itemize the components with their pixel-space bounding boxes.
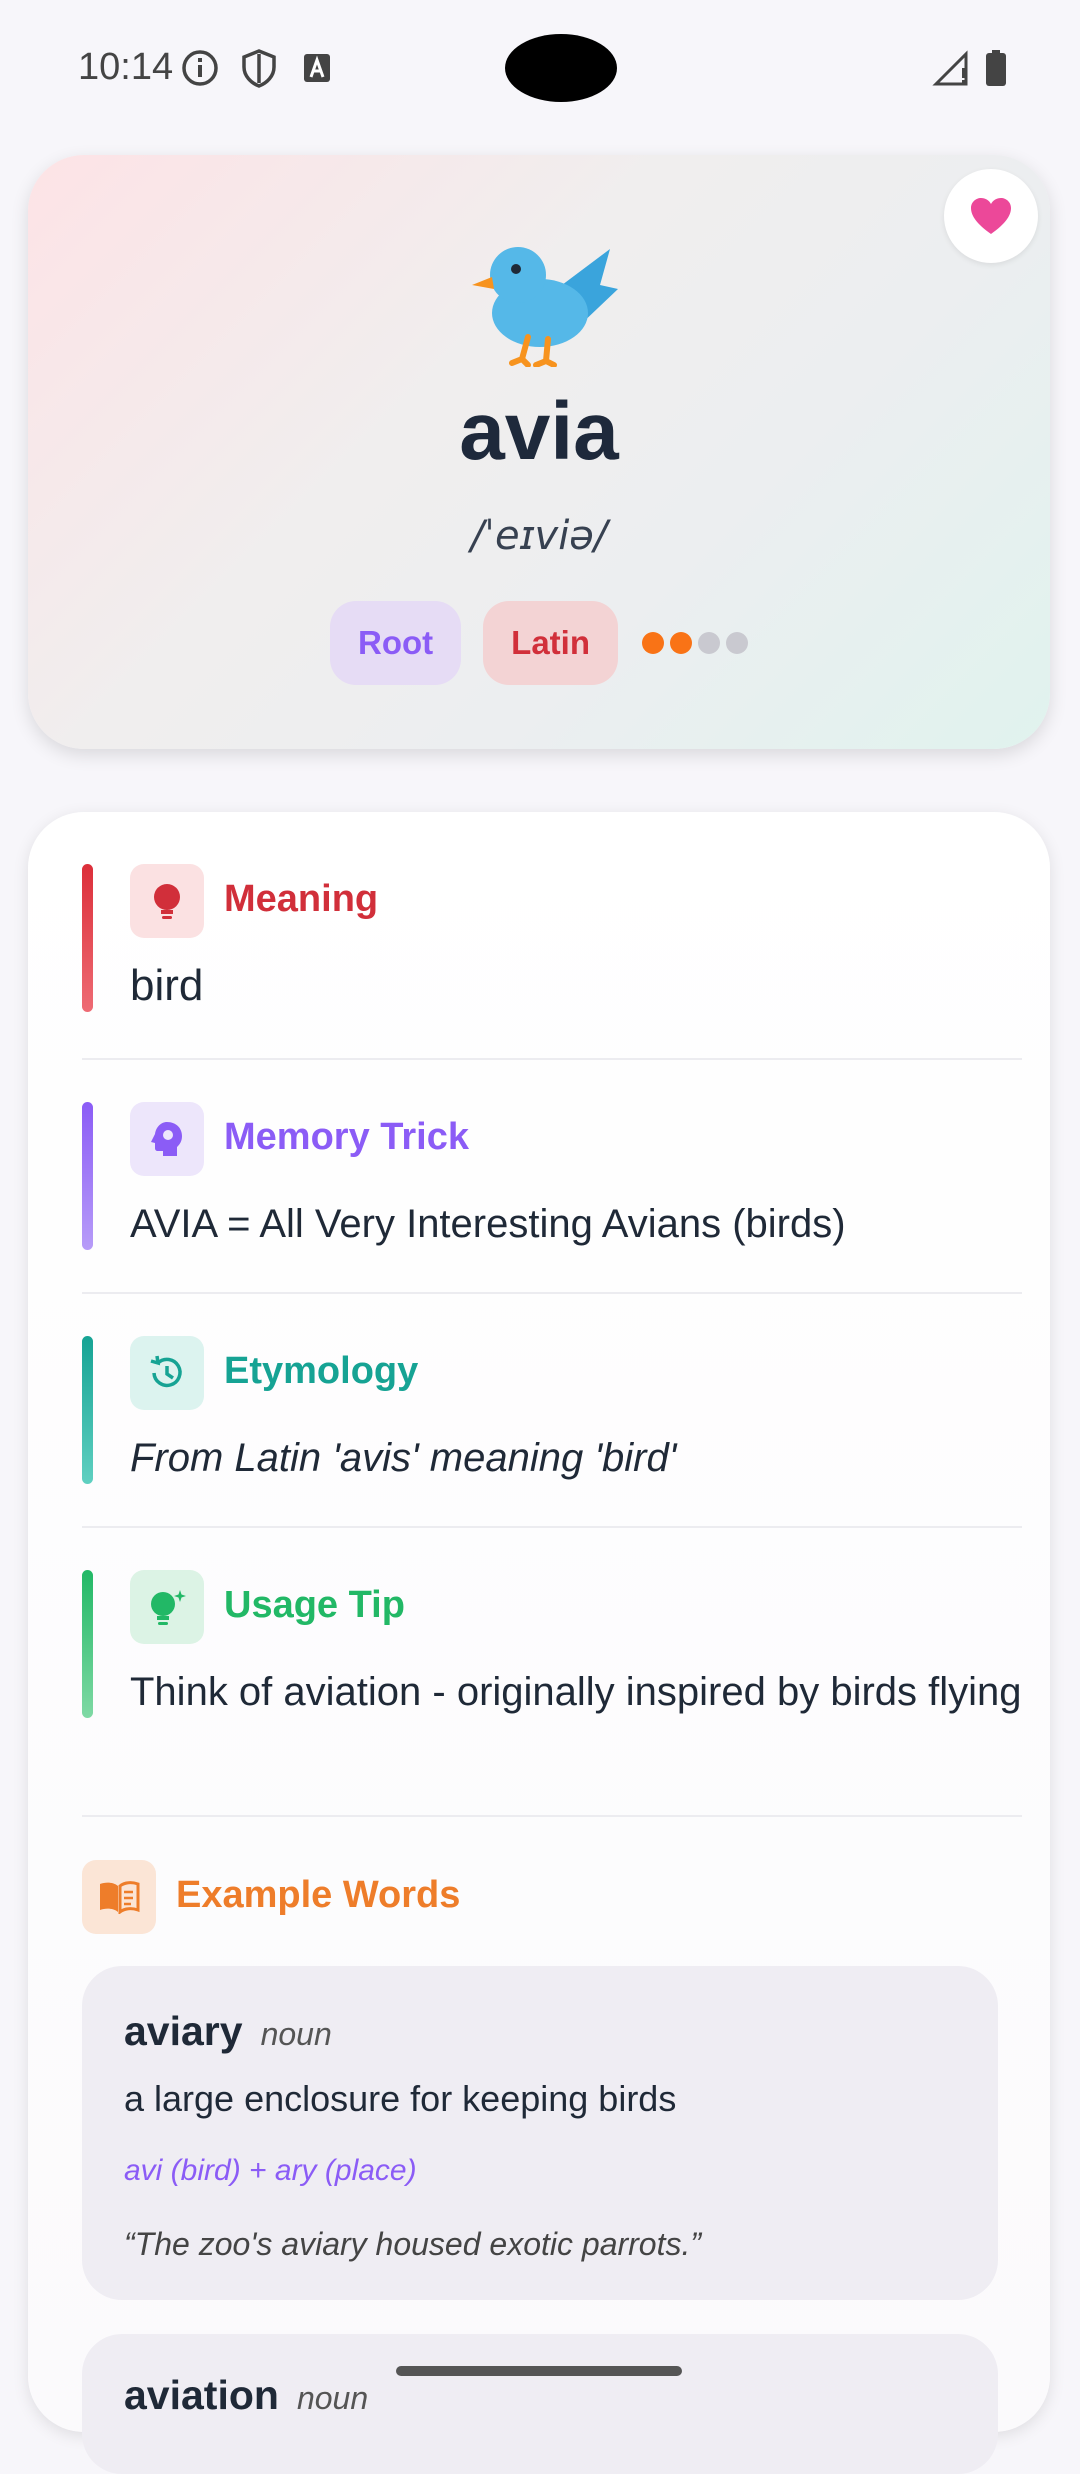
status-bar: 10:14 [0, 0, 1080, 136]
meaning-section: Meaning bird [82, 864, 1022, 1012]
usage-tip-title: Usage Tip [224, 1584, 405, 1626]
example-words-header: Example Words [82, 1860, 1022, 1934]
difficulty-dot-filled [641, 632, 664, 654]
usage-tip-text: Think of aviation - originally inspired … [130, 1670, 1022, 1714]
open-book-icon [100, 1881, 140, 1914]
part-of-speech: noun [296, 2380, 369, 2416]
status-time: 10:14 [78, 46, 174, 88]
example-card-aviary[interactable]: aviary noun a large enclosure for keeping… [82, 1966, 998, 2300]
brain-head-icon [151, 1122, 182, 1156]
example-morphology: avi (bird) + ary (place) [124, 2154, 417, 2187]
divider [82, 1815, 1022, 1817]
difficulty-dot-filled [669, 632, 692, 654]
divider [82, 1058, 1022, 1060]
bird-emoji-icon [472, 247, 618, 367]
example-word-text: aviation [124, 2372, 279, 2418]
lightbulb-icon [154, 884, 180, 919]
word-header-card: avia /ˈeɪviə/ Root Latin [28, 155, 1050, 749]
memory-accent-bar [82, 1102, 93, 1250]
etymology-title: Etymology [224, 1350, 419, 1392]
memory-trick-text: AVIA = All Very Interesting Avians (bird… [130, 1202, 846, 1246]
shield-icon [242, 49, 276, 88]
divider [82, 1292, 1022, 1294]
memory-trick-title: Memory Trick [224, 1116, 469, 1158]
example-words-title: Example Words [176, 1874, 461, 1916]
difficulty-dot-empty [725, 632, 748, 654]
heart-icon [971, 198, 1011, 234]
keyboard-a-icon [304, 54, 330, 82]
meaning-title: Meaning [224, 878, 379, 920]
history-icon [150, 1355, 182, 1388]
part-of-speech: noun [260, 2016, 332, 2052]
etymology-icon-box [130, 1336, 204, 1410]
info-icon [182, 50, 218, 86]
details-card: Meaning bird Memory Trick AVIA = All Ver… [28, 812, 1050, 2474]
usage-accent-bar [82, 1570, 93, 1718]
example-sentence: “The zoo's aviary housed exotic parrots.… [124, 2226, 702, 2262]
example-card-aviation[interactable]: aviation noun [82, 2334, 998, 2474]
etymology-accent-bar [82, 1336, 93, 1484]
signal-icon [932, 50, 968, 86]
battery-icon [986, 50, 1006, 86]
divider [82, 1526, 1022, 1528]
difficulty-dot-empty [697, 632, 720, 654]
meaning-text: bird [130, 961, 204, 1010]
memory-icon-box [130, 1102, 204, 1176]
tag-row: Root Latin [28, 601, 1050, 685]
example-word: aviation noun [124, 2372, 368, 2419]
front-camera [505, 34, 617, 102]
meaning-icon-box [130, 864, 204, 938]
example-definition: a large enclosure for keeping birds [124, 2078, 677, 2119]
etymology-text: From Latin 'avis' meaning 'bird' [130, 1436, 677, 1480]
tag-latin: Latin [483, 601, 618, 685]
examples-icon-box [82, 1860, 156, 1934]
phonetic-text: /ˈeɪviə/ [470, 513, 608, 559]
tip-bulb-icon [151, 1590, 186, 1625]
difficulty-dots [641, 632, 748, 654]
home-indicator[interactable] [396, 2366, 682, 2376]
meaning-accent-bar [82, 864, 93, 1012]
usage-icon-box [130, 1570, 204, 1644]
tag-root: Root [330, 601, 462, 685]
example-word: aviary noun [124, 2008, 332, 2055]
favorite-button[interactable] [944, 169, 1038, 263]
example-word-text: aviary [124, 2008, 243, 2054]
word-title: avia [459, 386, 619, 477]
